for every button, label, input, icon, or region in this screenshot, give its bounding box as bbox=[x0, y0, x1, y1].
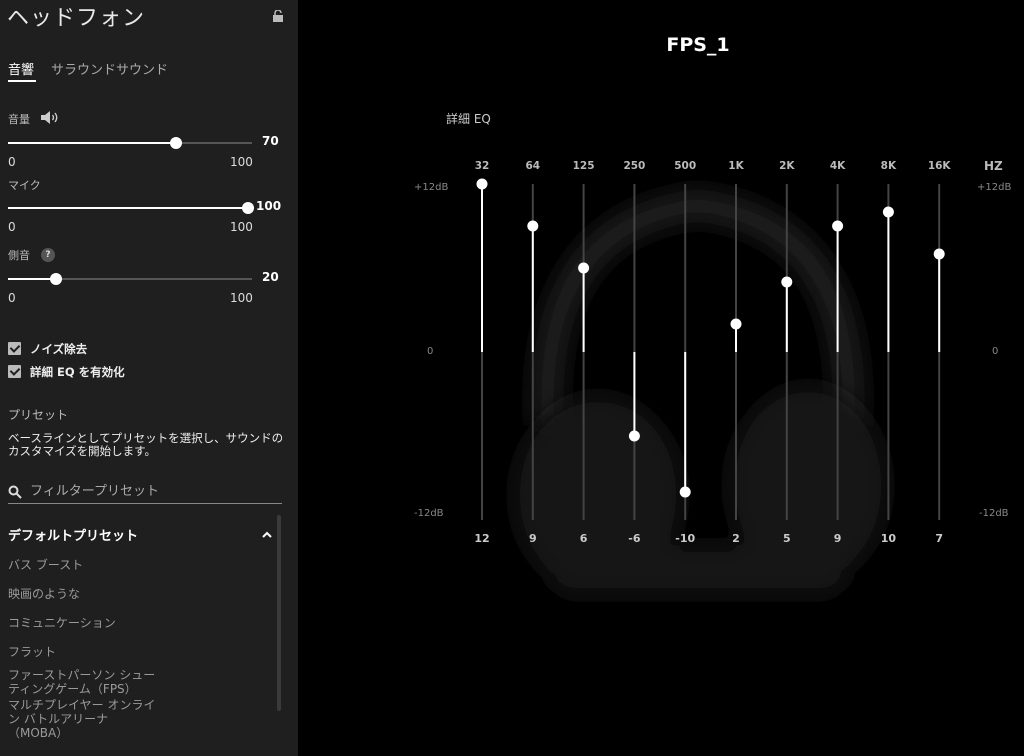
eq-band-thumb[interactable] bbox=[578, 262, 590, 274]
volume-slider-fill bbox=[8, 142, 176, 144]
speaker-icon[interactable] bbox=[40, 110, 60, 125]
settings-sidebar: ヘッドフォン 音響 サラウンドサウンド 音量 70 0 100 マイク 100 … bbox=[0, 0, 298, 756]
volume-value: 70 bbox=[262, 134, 279, 148]
axis-top-label-left: +12dB bbox=[414, 182, 448, 193]
preset-item[interactable]: ファーストパーソン シューティングゲーム（FPS） bbox=[8, 668, 158, 696]
volume-min: 0 bbox=[8, 155, 16, 169]
eq-band-value: 2 bbox=[732, 532, 740, 545]
eq-band-frequency: 250 bbox=[623, 160, 645, 172]
eq-band-frequency: 16K bbox=[928, 160, 952, 172]
search-underline bbox=[8, 503, 282, 504]
chevron-up-icon[interactable] bbox=[262, 531, 272, 539]
eq-bands: 32 12 64 9 125 6 250 -6 500 -10 1K 2 2K 5 4K 9 8K 10 16K 7 bbox=[474, 160, 951, 545]
mic-slider-thumb[interactable] bbox=[242, 202, 254, 214]
hz-label: HZ bbox=[984, 159, 1003, 173]
eq-band-frequency: 2K bbox=[779, 160, 795, 172]
mic-min: 0 bbox=[8, 220, 16, 234]
eq-panel: FPS_1 詳細 EQ +12dB 0 -12dB +12dB 0 -12dB … bbox=[298, 0, 1024, 756]
eq-band-thumb[interactable] bbox=[628, 430, 640, 442]
eq-band-thumb[interactable] bbox=[933, 248, 945, 260]
sidetone-min: 0 bbox=[8, 291, 16, 305]
preset-item[interactable]: 映画のような bbox=[8, 587, 270, 601]
sidetone-label: 側音 bbox=[8, 249, 30, 262]
mic-value: 100 bbox=[256, 199, 282, 213]
mic-slider-fill bbox=[8, 207, 248, 209]
active-tab-indicator bbox=[8, 80, 36, 82]
tab-surround-sound[interactable]: サラウンドサウンド bbox=[51, 59, 168, 78]
eq-band-value: 10 bbox=[881, 532, 897, 545]
eq-band-value: 6 bbox=[580, 532, 588, 545]
preset-heading: プリセット bbox=[8, 408, 69, 422]
eq-band-thumb[interactable] bbox=[781, 276, 793, 288]
sidetone-value: 20 bbox=[262, 270, 279, 284]
eq-band-value: 9 bbox=[834, 532, 842, 545]
preset-item[interactable]: マルチプレイヤー オンライン バトルアリーナ（MOBA） bbox=[8, 698, 158, 740]
sidetone-max: 100 bbox=[230, 291, 253, 305]
search-icon bbox=[8, 485, 22, 499]
sidetone-slider[interactable] bbox=[8, 273, 252, 285]
axis-top-label-right: +12dB bbox=[977, 182, 1011, 193]
tab-sound[interactable]: 音響 bbox=[8, 59, 34, 78]
eq-band-value: -10 bbox=[675, 532, 695, 545]
eq-band-frequency: 32 bbox=[475, 160, 490, 172]
eq-band-frequency: 1K bbox=[728, 160, 744, 172]
axis-mid-label-left: 0 bbox=[427, 346, 433, 357]
preset-item[interactable]: フラット bbox=[8, 645, 270, 659]
volume-label: 音量 bbox=[8, 113, 30, 126]
eq-band-value: 5 bbox=[783, 532, 791, 545]
device-title: ヘッドフォン bbox=[7, 6, 146, 31]
eq-band-value: 7 bbox=[935, 532, 943, 545]
default-presets-heading[interactable]: デフォルトプリセット bbox=[8, 525, 138, 544]
eq-chart: +12dB 0 -12dB +12dB 0 -12dB HZ 32 12 64 9 12… bbox=[414, 159, 1011, 545]
eq-band-thumb[interactable] bbox=[527, 220, 539, 232]
eq-band-value: 9 bbox=[529, 532, 537, 545]
eq-band-frequency: 8K bbox=[881, 160, 897, 172]
eq-band-frequency: 4K bbox=[830, 160, 846, 172]
eq-band-value: -6 bbox=[628, 532, 641, 545]
mic-slider[interactable] bbox=[8, 202, 254, 214]
noise-reduction-label[interactable]: ノイズ除去 bbox=[30, 341, 87, 357]
preset-list: バス ブースト 映画のような コミュニケーション フラット ファーストパーソン … bbox=[8, 558, 270, 740]
mic-max: 100 bbox=[230, 220, 253, 234]
noise-reduction-checkbox[interactable] bbox=[8, 342, 21, 355]
mic-label: マイク bbox=[8, 179, 41, 192]
sidetone-slider-thumb[interactable] bbox=[50, 273, 62, 285]
eq-band-thumb[interactable] bbox=[730, 318, 742, 330]
preset-scrollbar[interactable] bbox=[277, 515, 281, 711]
eq-band-thumb[interactable] bbox=[679, 486, 691, 498]
eq-band-frequency: 500 bbox=[674, 160, 696, 172]
preset-item[interactable]: バス ブースト bbox=[8, 558, 270, 572]
axis-bottom-label-left: -12dB bbox=[414, 508, 444, 519]
preset-description: ベースラインとしてプリセットを選択し、サウンドのカスタマイズを開始します。 bbox=[8, 431, 284, 458]
eq-band-value: 12 bbox=[474, 532, 489, 545]
preset-filter-input[interactable] bbox=[30, 480, 280, 502]
axis-mid-label-right: 0 bbox=[992, 346, 998, 357]
eq-band-frequency: 125 bbox=[573, 160, 595, 172]
volume-max: 100 bbox=[230, 155, 253, 169]
unlock-icon[interactable] bbox=[272, 10, 284, 22]
volume-slider-thumb[interactable] bbox=[170, 137, 182, 149]
axis-bottom-label-right: -12dB bbox=[979, 508, 1009, 519]
advanced-eq-label[interactable]: 詳細 EQ を有効化 bbox=[30, 364, 125, 380]
eq-band-frequency: 64 bbox=[525, 160, 540, 172]
sidetone-slider-fill bbox=[8, 278, 56, 280]
advanced-eq-checkbox[interactable] bbox=[8, 365, 21, 378]
volume-slider[interactable] bbox=[8, 137, 252, 149]
eq-band-thumb[interactable] bbox=[476, 178, 488, 190]
eq-band-thumb[interactable] bbox=[832, 220, 844, 232]
help-icon[interactable]: ? bbox=[41, 248, 55, 262]
eq-band-thumb[interactable] bbox=[882, 206, 894, 218]
preset-item[interactable]: コミュニケーション bbox=[8, 616, 270, 630]
